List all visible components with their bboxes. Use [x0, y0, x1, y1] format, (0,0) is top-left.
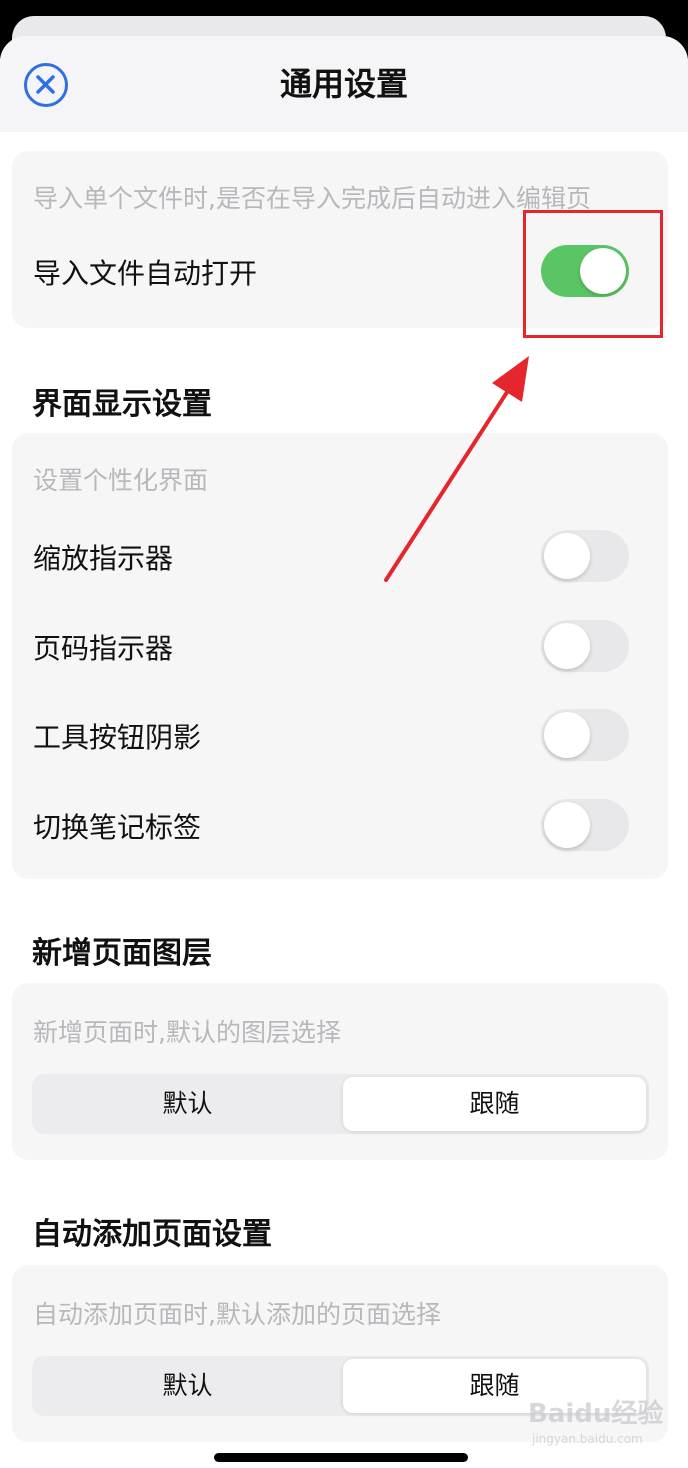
watermark-url: jingyan.baidu.com: [532, 1432, 643, 1446]
watermark: Baidu经验: [528, 1399, 664, 1429]
annotation-arrow-icon: [384, 356, 529, 582]
home-indicator[interactable]: [214, 1453, 468, 1462]
